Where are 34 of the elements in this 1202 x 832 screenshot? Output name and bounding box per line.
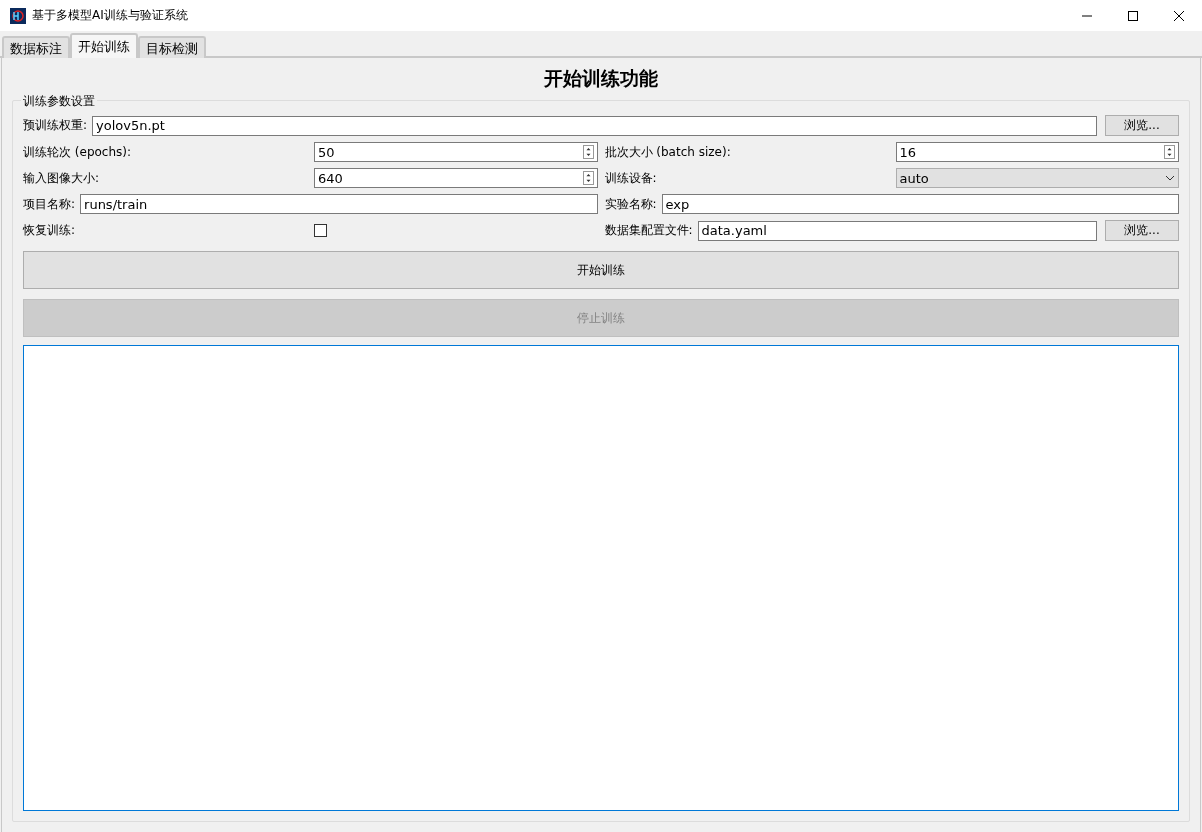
input-field[interactable]: exp (661, 194, 1179, 214)
field-label: 训练设备: (604, 169, 658, 187)
spin-box[interactable]: 16 (895, 142, 1179, 162)
browse-button[interactable]: 浏览... (1105, 115, 1179, 136)
field-label: 实验名称: (604, 195, 657, 213)
app-logo-icon (10, 7, 26, 24)
input-field[interactable]: yolov5n.pt (92, 115, 1097, 136)
spin-arrows-icon[interactable] (582, 171, 594, 185)
window-title: 基于多模型AI训练与验证系统 (32, 7, 189, 24)
close-icon[interactable] (1173, 9, 1185, 22)
dropdown[interactable]: auto (895, 168, 1179, 188)
tab[interactable]: 数据标注 (2, 36, 70, 58)
tab[interactable]: 目标检测 (138, 36, 206, 58)
browse-button[interactable]: 浏览... (1105, 220, 1179, 241)
field-label: 预训练权重: (23, 117, 88, 134)
field-label: 输入图像大小: (23, 169, 101, 187)
tab[interactable]: 开始训练 (70, 33, 138, 58)
spin-arrows-icon[interactable] (582, 145, 594, 159)
checkbox[interactable] (314, 224, 327, 237)
field-label: 数据集配置文件: (604, 222, 693, 239)
group-title: 训练参数设置 (21, 93, 97, 110)
field-label: 项目名称: (23, 195, 76, 213)
input-field[interactable]: data.yaml (697, 220, 1097, 241)
start-button[interactable]: 开始训练 (23, 251, 1179, 289)
input-field[interactable]: runs/train (80, 194, 598, 214)
field-label: 训练轮次 (epochs): (23, 143, 133, 161)
spin-box[interactable]: 640 (314, 168, 598, 188)
page-title: 开始训练功能 (543, 66, 659, 91)
spin-box[interactable]: 50 (314, 142, 598, 162)
field-label: 恢复训练: (23, 222, 77, 239)
chevron-down-icon (1165, 175, 1175, 181)
spin-arrows-icon[interactable] (1164, 145, 1175, 159)
maximize-icon[interactable] (1127, 9, 1139, 22)
field-label: 批次大小 (batch size): (604, 143, 732, 161)
